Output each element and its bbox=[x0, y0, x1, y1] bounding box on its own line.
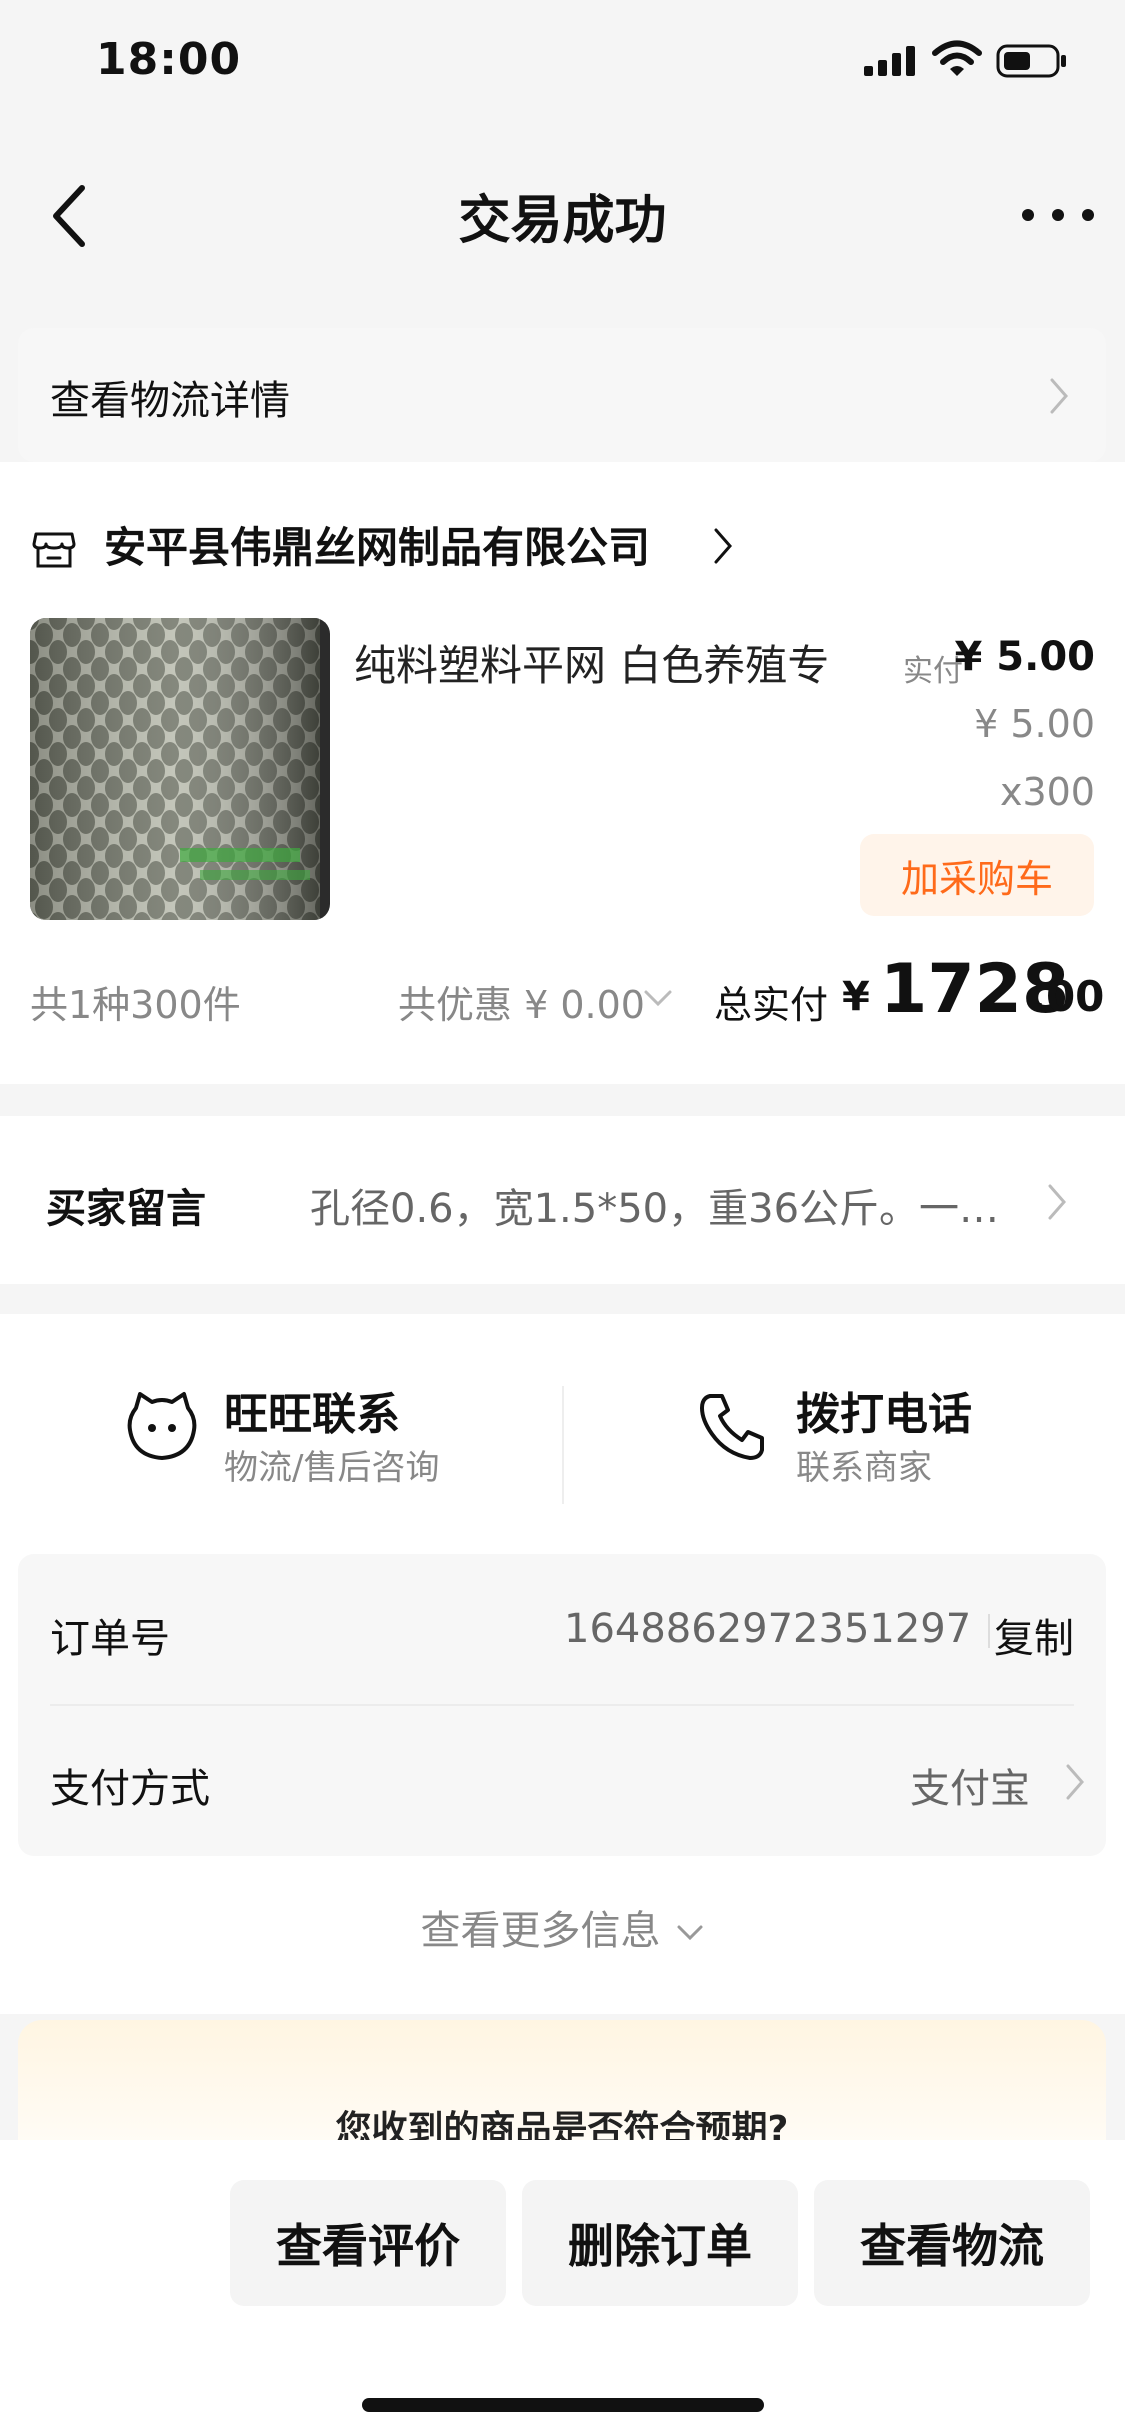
item-count-summary: 共1种300件 bbox=[30, 983, 241, 1027]
call-merchant-title: 拨打电话 bbox=[796, 1389, 972, 1440]
logistics-details-label: 查看物流详情 bbox=[50, 378, 290, 424]
buyer-message-row[interactable]: 买家留言 孔径0.6，宽1.5*50，重36公斤。一… bbox=[0, 1116, 1125, 1284]
shop-icon bbox=[32, 532, 76, 568]
status-bar: 18:00 bbox=[0, 0, 1125, 130]
contact-divider bbox=[562, 1386, 564, 1504]
view-logistics-button[interactable]: 查看物流 bbox=[814, 2180, 1090, 2306]
copy-order-number-button[interactable]: 复制 bbox=[994, 1606, 1074, 1664]
copy-separator bbox=[988, 1614, 990, 1648]
add-to-purchase-cart-button[interactable]: 加采购车 bbox=[860, 834, 1094, 916]
wifi-icon bbox=[932, 40, 982, 76]
call-merchant-subtitle: 联系商家 bbox=[796, 1448, 932, 1488]
order-info-box: 订单号 1648862972351297 复制 支付方式 支付宝 bbox=[18, 1554, 1106, 1856]
view-more-info-label: 查看更多信息 bbox=[420, 1908, 661, 1954]
shop-name[interactable]: 安平县伟鼎丝网制品有限公司 bbox=[104, 514, 650, 575]
payment-method-value: 支付宝 bbox=[910, 1766, 1030, 1812]
original-price: ¥ 5.00 bbox=[974, 702, 1095, 746]
home-indicator[interactable] bbox=[362, 2398, 764, 2412]
delete-order-button[interactable]: 删除订单 bbox=[522, 2180, 798, 2306]
product-name[interactable]: 纯料塑料平网 白色养殖专 bbox=[354, 632, 829, 693]
discount-summary[interactable]: 共优惠 ¥ 0.00 bbox=[398, 974, 645, 1029]
total-paid-label: 总实付 bbox=[714, 983, 829, 1027]
total-amount-decimal: .00 bbox=[1030, 972, 1105, 1021]
call-merchant-button[interactable]: 拨打电话 联系商家 bbox=[696, 1378, 1056, 1498]
chevron-down-icon bbox=[644, 990, 672, 1007]
more-options-icon[interactable] bbox=[1018, 200, 1098, 230]
quantity: x300 bbox=[999, 770, 1095, 814]
chevron-down-icon bbox=[677, 1925, 702, 1941]
product-image[interactable] bbox=[30, 618, 330, 920]
order-number-row: 订单号 1648862972351297 复制 bbox=[50, 1554, 1074, 1704]
chevron-right-icon bbox=[1050, 378, 1068, 414]
buyer-message-text: 孔径0.6，宽1.5*50，重36公斤。一… bbox=[310, 1186, 1000, 1232]
wangwang-contact-title: 旺旺联系 bbox=[224, 1389, 400, 1440]
total-currency: ¥ bbox=[842, 974, 870, 1020]
payment-method-row[interactable]: 支付方式 支付宝 bbox=[50, 1704, 1084, 1854]
wangwang-contact-button[interactable]: 旺旺联系 物流/售后咨询 bbox=[124, 1378, 504, 1498]
contact-and-info-card: 旺旺联系 物流/售后咨询 拨打电话 联系商家 订单号 1648862972351… bbox=[0, 1314, 1125, 2014]
nav-bar: 交易成功 bbox=[0, 130, 1125, 306]
buyer-message-label: 买家留言 bbox=[46, 1186, 206, 1232]
wangwang-contact-subtitle: 物流/售后咨询 bbox=[224, 1448, 440, 1488]
order-card: 安平县伟鼎丝网制品有限公司 纯料塑料平网 白色养殖专 实付 ¥ 5.00 ¥ 5… bbox=[0, 462, 1125, 1084]
order-number-label: 订单号 bbox=[50, 1616, 170, 1662]
phone-icon bbox=[700, 1394, 764, 1460]
wangwang-chat-icon bbox=[127, 1392, 197, 1460]
chevron-right-icon bbox=[1066, 1764, 1084, 1800]
battery-icon bbox=[996, 44, 1066, 78]
page-title: 交易成功 bbox=[458, 191, 667, 251]
actual-price: ¥ 5.00 bbox=[954, 634, 1095, 680]
chevron-right-icon bbox=[1048, 1184, 1066, 1220]
view-more-info-button[interactable]: 查看更多信息 bbox=[0, 1898, 1125, 1956]
view-review-button[interactable]: 查看评价 bbox=[230, 2180, 506, 2306]
status-time: 18:00 bbox=[96, 34, 242, 85]
chevron-right-icon bbox=[714, 528, 732, 564]
cellular-signal-icon bbox=[864, 46, 915, 76]
payment-method-label: 支付方式 bbox=[50, 1766, 210, 1812]
order-number-value: 1648862972351297 bbox=[564, 1606, 972, 1652]
bottom-action-bar: 查看评价 删除订单 查看物流 bbox=[0, 2140, 1125, 2436]
logistics-details-row[interactable]: 查看物流详情 bbox=[18, 328, 1106, 462]
